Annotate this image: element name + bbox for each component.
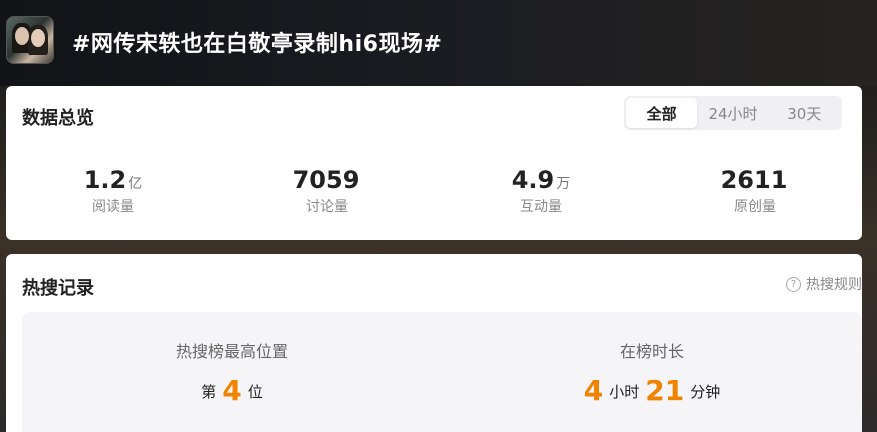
hot-search-panel: 热搜榜最高位置 第4位 在榜时长 4 小时 21 分钟	[22, 312, 862, 432]
time-range-tabs: 全部 24小时 30天	[624, 96, 842, 130]
stat-original-label: 原创量	[734, 199, 776, 215]
stat-interaction-value: 4.9	[511, 166, 555, 194]
highest-rank-value: 4	[222, 374, 242, 407]
tab-30d[interactable]: 30天	[769, 98, 840, 128]
highest-rank-block: 热搜榜最高位置 第4位	[22, 338, 442, 407]
stat-original: 2611 原创量	[648, 166, 862, 222]
highest-rank-prefix: 第	[201, 383, 217, 401]
stat-original-value: 2611	[720, 166, 788, 194]
duration-minutes-unit: 分钟	[690, 383, 721, 401]
duration-block: 在榜时长 4 小时 21 分钟	[442, 338, 862, 407]
stat-read-label: 阅读量	[92, 199, 134, 215]
highest-rank-caption: 热搜榜最高位置	[175, 342, 288, 361]
duration-hours-unit: 小时	[609, 383, 640, 401]
hot-search-title: 热搜记录	[22, 278, 94, 299]
stat-read-unit: 亿	[128, 176, 143, 192]
topic-header: #网传宋轶也在白敬亭录制hi6现场#	[0, 0, 877, 86]
duration-hours-value: 4	[583, 374, 604, 407]
stat-discussion-value: 7059	[292, 166, 360, 194]
tab-all[interactable]: 全部	[626, 98, 698, 128]
hot-search-card: 热搜记录 ? 热搜规则 热搜榜最高位置 第4位 在榜时长 4 小时 21 分钟	[6, 254, 862, 432]
duration-minutes-value: 21	[645, 374, 685, 407]
stat-read-value: 1.2	[83, 166, 127, 194]
tab-24h[interactable]: 24小时	[697, 98, 768, 128]
duration-caption: 在榜时长	[619, 342, 684, 361]
question-circle-icon: ?	[786, 276, 801, 292]
hot-search-rules-link[interactable]: ? 热搜规则	[786, 274, 862, 294]
data-overview-card: 数据总览 全部 24小时 30天 1.2 亿 阅读量 7059 讨论量 4.9 万 …	[6, 86, 862, 240]
stat-discussion-label: 讨论量	[306, 199, 348, 215]
stat-interaction-label: 互动量	[520, 199, 562, 215]
stat-read: 1.2 亿 阅读量	[6, 166, 220, 222]
stat-interaction-unit: 万	[556, 176, 571, 192]
stats-row: 1.2 亿 阅读量 7059 讨论量 4.9 万 互动量 2611 原创量	[6, 166, 862, 222]
highest-rank-suffix: 位	[247, 383, 263, 401]
stat-interaction: 4.9 万 互动量	[434, 166, 648, 222]
stat-discussion: 7059 讨论量	[220, 166, 434, 222]
overview-title: 数据总览	[22, 108, 94, 129]
topic-avatar[interactable]	[6, 16, 54, 64]
topic-title: #网传宋轶也在白敬亭录制hi6现场#	[72, 32, 443, 57]
hot-search-rules-label: 热搜规则	[806, 277, 862, 293]
